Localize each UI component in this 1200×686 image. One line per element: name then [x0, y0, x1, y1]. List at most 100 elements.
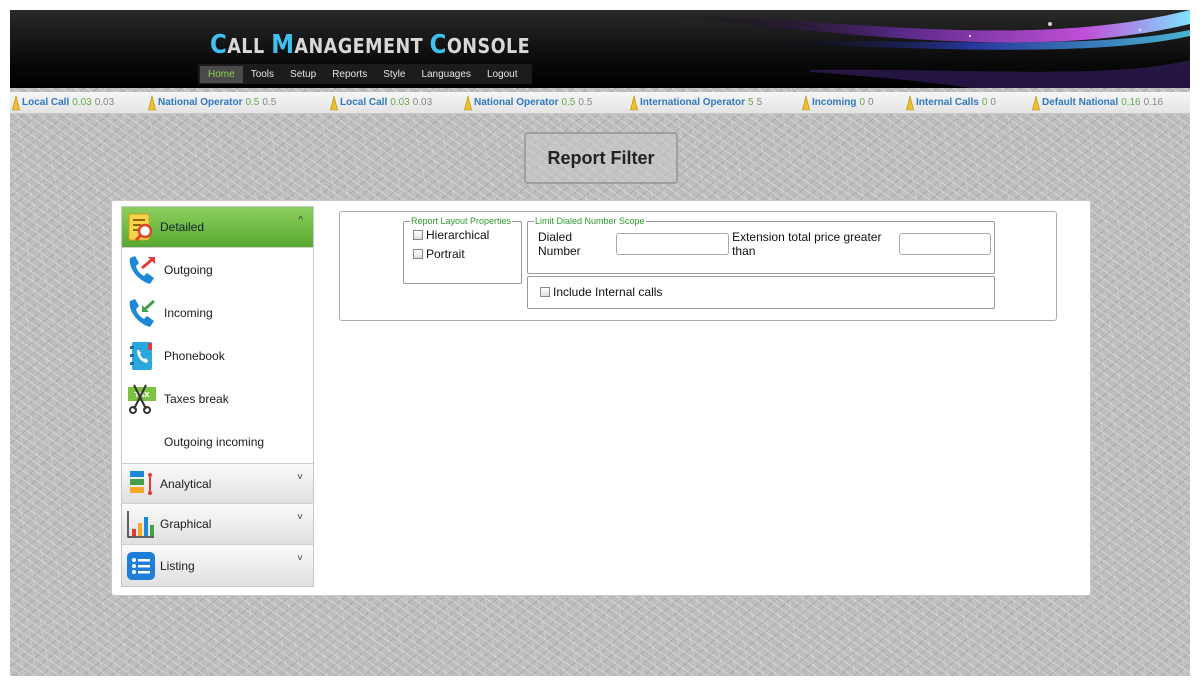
hierarchical-checkbox[interactable]	[413, 230, 423, 240]
portrait-option: Portrait	[413, 247, 521, 261]
outgoing-call-icon	[129, 255, 155, 284]
ticker-name: Internal Calls	[916, 97, 979, 108]
menu-languages[interactable]: Languages	[413, 66, 479, 83]
ticker-value-2: 0	[990, 97, 996, 108]
warning-icon	[630, 95, 638, 110]
ticker-item: National Operator 0.5 0.5	[148, 95, 330, 111]
layout-properties-legend: Report Layout Properties	[411, 216, 512, 226]
extension-price-label: Extension total price greater than	[732, 230, 882, 258]
ticker-value-2: 0.5	[262, 97, 277, 108]
detailed-report-icon	[128, 213, 153, 242]
warning-icon	[1032, 95, 1040, 110]
ticker-item: Internal Calls 0 0	[906, 95, 1032, 111]
sidebar-item-label: Taxes break	[164, 391, 229, 406]
dialed-number-label: Dialed Number	[538, 230, 581, 258]
chevron-down-icon: ˅	[297, 512, 303, 523]
tax-scissors-icon: TAX	[128, 384, 156, 414]
ticker-name: National Operator	[474, 97, 559, 108]
accordion-analytical-label: Analytical	[160, 476, 212, 491]
title-cap-2: M	[271, 30, 295, 60]
dialed-number-input[interactable]	[616, 233, 730, 255]
ticker-value: 5	[748, 97, 754, 108]
sidebar-item-outgoing-incoming[interactable]: Outgoing incoming	[122, 420, 313, 463]
menu-tools[interactable]: Tools	[243, 66, 282, 83]
warning-icon	[802, 95, 810, 110]
ticker-value-2: 0.5	[578, 97, 593, 108]
title-cap-3: C	[429, 30, 447, 60]
list-icon	[127, 551, 155, 580]
sidebar-item-taxes-break[interactable]: TAX Taxes break	[122, 377, 313, 420]
extension-price-input[interactable]	[899, 233, 991, 255]
sidebar-item-label: Phonebook	[164, 348, 225, 363]
accordion-detailed-label: Detailed	[160, 220, 205, 234]
portrait-checkbox[interactable]	[413, 249, 423, 259]
accordion-graphical-label: Graphical	[160, 517, 212, 531]
report-sidebar: Detailed ^ Outgoing Incoming Phonebook T…	[121, 206, 314, 587]
ticker-name: International Operator	[640, 97, 746, 108]
title-rest-1: ALL	[227, 34, 272, 58]
accordion-analytical[interactable]: Analytical ˅	[122, 463, 313, 504]
ticker-value: 0	[981, 97, 988, 108]
accordion-listing-label: Listing	[160, 558, 195, 573]
ticker-name: Local Call	[22, 97, 70, 108]
ticker-value: 0	[859, 97, 866, 108]
menu-home[interactable]: Home	[200, 65, 243, 83]
ticker-value: 0.16	[1121, 97, 1141, 108]
dialed-number-scope-group: Limit Dialed Number Scope Dialed Number …	[527, 216, 995, 274]
ticker-value: 0.5	[561, 97, 576, 108]
title-cap-1: C	[210, 30, 228, 60]
bar-chart-icon	[127, 511, 154, 538]
rate-ticker: Local Call 0.03 0.03 National Operator 0.5 0…	[10, 92, 1190, 114]
chevron-down-icon: ˅	[297, 472, 303, 483]
ticker-item: International Operator 5 5	[630, 95, 802, 111]
accordion-detailed[interactable]: Detailed ^	[122, 207, 313, 248]
ticker-item: Incoming 0 0	[802, 95, 906, 111]
main-panel: Detailed ^ Outgoing Incoming Phonebook T…	[111, 200, 1091, 596]
chevron-down-icon: ˅	[297, 553, 303, 564]
include-internal-checkbox[interactable]	[540, 287, 550, 297]
blank-icon-slot	[126, 426, 158, 458]
sidebar-item-phonebook[interactable]: Phonebook	[122, 334, 313, 377]
title-rest-3: ONSOLE	[446, 34, 531, 58]
include-internal-option: Include Internal calls	[540, 285, 994, 299]
header-swoosh-graphic	[670, 10, 1190, 88]
sidebar-item-outgoing[interactable]: Outgoing	[122, 248, 313, 291]
menu-reports[interactable]: Reports	[324, 66, 375, 83]
menu-style[interactable]: Style	[375, 66, 413, 83]
accordion-graphical[interactable]: Graphical ˅	[122, 504, 313, 545]
report-filter-tab[interactable]: Report Filter	[524, 132, 678, 184]
sidebar-item-label: Incoming	[164, 305, 213, 320]
ticker-name: Incoming	[812, 97, 857, 108]
hierarchical-option: Hierarchical	[413, 228, 521, 242]
chevron-up-icon: ^	[298, 215, 303, 226]
warning-icon	[148, 95, 156, 110]
phonebook-icon	[130, 341, 152, 370]
scope-legend: Limit Dialed Number Scope	[535, 216, 645, 226]
scope-row: Dialed Number Extension total price grea…	[538, 230, 994, 258]
app-title: CALL MANAGEMENT CONSOLE	[210, 30, 530, 60]
ticker-item: Local Call 0.03 0.03	[12, 95, 148, 111]
accordion-listing[interactable]: Listing ˅	[122, 545, 313, 586]
ticker-value: 0.03	[72, 97, 92, 108]
title-rest-2: ANAGEMENT	[294, 34, 430, 58]
ticker-value: 0.03	[390, 97, 410, 108]
portrait-label: Portrait	[426, 247, 465, 261]
menu-setup[interactable]: Setup	[282, 66, 324, 83]
hierarchical-label: Hierarchical	[426, 228, 490, 242]
ticker-value: 0.5	[245, 97, 260, 108]
ticker-item: National Operator 0.5 0.5	[464, 95, 630, 111]
menu-logout[interactable]: Logout	[479, 66, 526, 83]
ticker-value-2: 0.03	[94, 97, 115, 108]
app-frame: CALL MANAGEMENT CONSOLE Home Tools Setup…	[10, 10, 1190, 676]
ticker-value-2: 5	[756, 97, 763, 108]
warning-icon	[906, 95, 914, 110]
include-internal-label: Include Internal calls	[553, 285, 663, 299]
ticker-value-2: 0.03	[412, 97, 433, 108]
internal-calls-group: Include Internal calls	[527, 276, 995, 309]
sidebar-item-incoming[interactable]: Incoming	[122, 291, 313, 334]
layout-properties-group: Report Layout Properties Hierarchical Po…	[403, 216, 522, 284]
analytical-icon	[130, 470, 152, 495]
ticker-item: Local Call 0.03 0.03	[330, 95, 464, 111]
ticker-name: Default National	[1042, 97, 1119, 108]
header: CALL MANAGEMENT CONSOLE Home Tools Setup…	[10, 10, 1190, 88]
